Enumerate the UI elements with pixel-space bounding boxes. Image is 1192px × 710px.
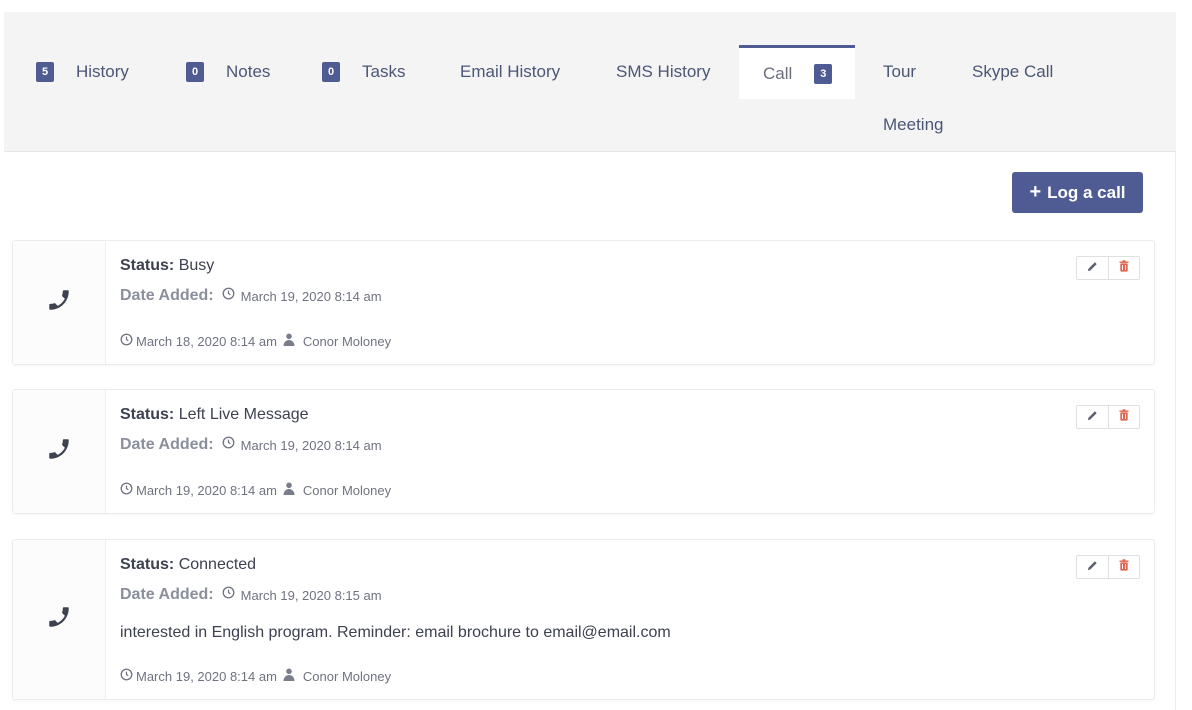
clock-icon [120, 482, 133, 498]
tab-label: SMS History [616, 62, 711, 81]
tab-notes[interactable]: 0 Notes [186, 45, 270, 99]
status-label: Status: [120, 257, 175, 274]
call-timestamp: March 19, 2020 8:14 am [136, 482, 277, 498]
user-icon [283, 333, 295, 349]
call-log-item: Status: Connected Date Added: March 19, … [12, 539, 1155, 700]
trash-icon [1119, 558, 1129, 576]
status-value: Busy [178, 257, 215, 274]
call-note: interested in English program. Reminder:… [120, 624, 671, 641]
tab-skype-call[interactable]: Skype Call [972, 45, 1053, 99]
phone-icon [46, 287, 72, 318]
date-added: Date Added: March 19, 2020 8:14 am [120, 287, 382, 305]
call-actions [1076, 405, 1140, 429]
tab-tour[interactable]: Tour [883, 45, 916, 99]
date-added: Date Added: March 19, 2020 8:14 am [120, 436, 382, 454]
tab-email-history[interactable]: Email History [460, 45, 560, 99]
phone-icon [46, 604, 72, 635]
edit-button[interactable] [1077, 257, 1108, 279]
delete-button[interactable] [1108, 257, 1139, 279]
tab-label: Call [763, 63, 793, 83]
call-status: Status: Left Live Message [120, 406, 309, 424]
tab-tasks[interactable]: 0 Tasks [322, 45, 405, 99]
date-added-value: March 19, 2020 8:15 am [240, 587, 382, 603]
pencil-icon [1087, 408, 1098, 426]
call-author[interactable]: Conor Moloney [303, 334, 391, 349]
call-status: Status: Busy [120, 257, 214, 275]
tab-label: Tour [883, 62, 917, 81]
clock-icon [222, 586, 235, 604]
date-added: Date Added: March 19, 2020 8:15 am [120, 586, 382, 604]
status-label: Status: [120, 556, 175, 573]
tab-bar: 5 History 0 Notes 0 Tasks Email History … [4, 12, 1176, 152]
delete-button[interactable] [1108, 406, 1139, 428]
trash-icon [1119, 259, 1129, 277]
call-status: Status: Connected [120, 556, 256, 574]
call-actions [1076, 555, 1140, 579]
call-author[interactable]: Conor Moloney [303, 483, 391, 498]
tab-label: Meeting [883, 115, 944, 134]
call-timestamp: March 18, 2020 8:14 am [136, 333, 277, 349]
date-added-value: March 19, 2020 8:14 am [240, 437, 382, 453]
call-meta: March 19, 2020 8:14 am Conor Moloney [120, 668, 391, 684]
log-call-label: Log a call [1047, 182, 1126, 202]
status-value: Connected [178, 556, 257, 573]
call-actions [1076, 256, 1140, 280]
user-icon [283, 482, 295, 498]
call-icon-column [13, 540, 106, 699]
date-added-value: March 19, 2020 8:14 am [240, 288, 382, 304]
call-author[interactable]: Conor Moloney [303, 669, 391, 684]
user-icon [283, 668, 295, 684]
clock-icon [222, 436, 235, 454]
history-count-badge: 5 [36, 62, 54, 82]
tab-label: Skype Call [972, 62, 1054, 81]
delete-button[interactable] [1108, 556, 1139, 578]
tab-history[interactable]: 5 History [36, 45, 129, 99]
phone-icon [46, 436, 72, 467]
tab-label: Notes [226, 62, 271, 81]
call-meta: March 18, 2020 8:14 am Conor Moloney [120, 333, 391, 349]
tab-label: Email History [460, 62, 561, 81]
tasks-count-badge: 0 [322, 62, 340, 82]
tab-label: Tasks [362, 62, 406, 81]
call-count-badge: 3 [814, 63, 833, 84]
tab-call[interactable]: Call 3 [739, 45, 855, 99]
date-added-label: Date Added: [120, 436, 214, 453]
clock-icon [120, 333, 133, 349]
pencil-icon [1087, 558, 1098, 576]
date-added-label: Date Added: [120, 586, 214, 603]
call-timestamp: March 19, 2020 8:14 am [136, 668, 277, 684]
trash-icon [1119, 408, 1129, 426]
call-panel: 5 History 0 Notes 0 Tasks Email History … [4, 12, 1176, 710]
status-label: Status: [120, 406, 175, 423]
pencil-icon [1087, 259, 1098, 277]
call-meta: March 19, 2020 8:14 am Conor Moloney [120, 482, 391, 498]
tab-meeting[interactable]: Meeting [883, 98, 943, 152]
call-log-item: Status: Left Live Message Date Added: Ma… [12, 389, 1155, 514]
call-log-item: Status: Busy Date Added: March 19, 2020 … [12, 240, 1155, 365]
date-added-label: Date Added: [120, 287, 214, 304]
call-icon-column [13, 241, 106, 364]
plus-icon: + [1029, 181, 1042, 203]
call-icon-column [13, 390, 106, 513]
tab-label: History [76, 62, 129, 81]
edit-button[interactable] [1077, 406, 1108, 428]
tab-sms-history[interactable]: SMS History [616, 45, 710, 99]
log-call-button[interactable]: + Log a call [1012, 172, 1143, 213]
notes-count-badge: 0 [186, 62, 204, 82]
clock-icon [222, 287, 235, 305]
clock-icon [120, 668, 133, 684]
status-value: Left Live Message [178, 406, 309, 423]
edit-button[interactable] [1077, 556, 1108, 578]
